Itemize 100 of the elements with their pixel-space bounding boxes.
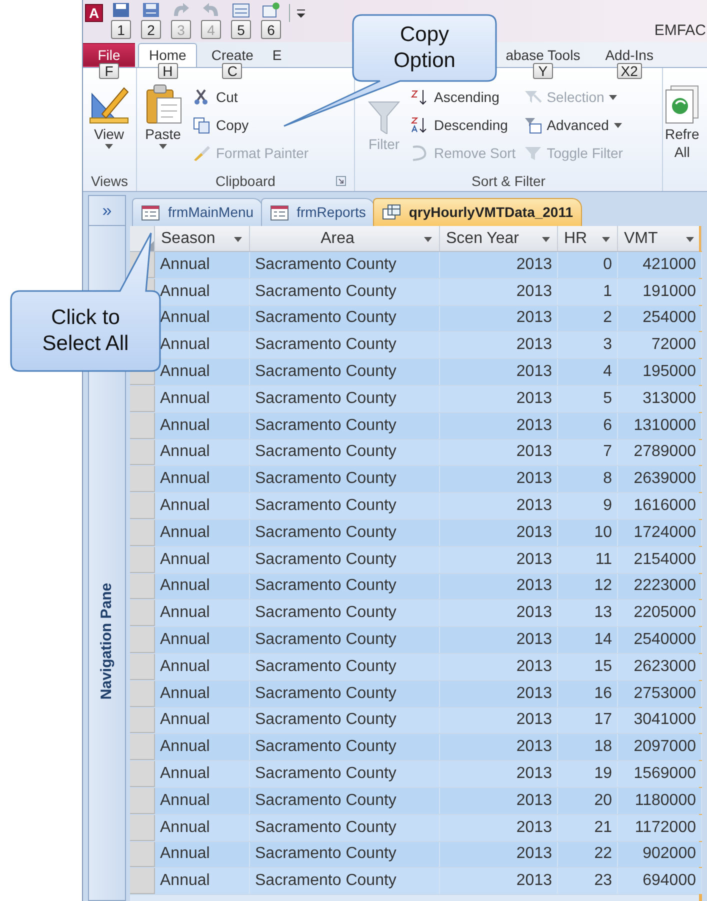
- button-icon: [524, 117, 542, 134]
- table-cell: 2013: [440, 466, 558, 492]
- table-cell: 14: [558, 627, 618, 653]
- table-cell: 902000: [618, 842, 702, 868]
- table-cell: 22: [558, 842, 618, 868]
- toolbar-icon: [112, 2, 130, 18]
- table-cell: 21: [558, 814, 618, 841]
- column-header[interactable]: Area: [250, 226, 440, 251]
- table-cell: 191000: [618, 278, 702, 305]
- ribbon-button[interactable]: Ascending: [411, 86, 516, 109]
- row-selector[interactable]: [130, 627, 155, 653]
- table-cell: 1616000: [618, 493, 702, 519]
- form-icon: [270, 204, 289, 221]
- table-cell: Annual: [155, 359, 250, 385]
- table-cell: Sacramento County: [250, 842, 440, 868]
- table-cell: Annual: [155, 252, 250, 278]
- table-cell: 2154000: [618, 546, 702, 573]
- table-cell: Annual: [155, 440, 250, 466]
- toolbar-button[interactable]: [142, 2, 160, 18]
- column-header[interactable]: VMT: [618, 226, 702, 251]
- table-cell: 18: [558, 734, 618, 760]
- table-cell: Annual: [155, 761, 250, 787]
- ribbon-button[interactable]: Advanced: [524, 114, 623, 137]
- table-cell: Sacramento County: [250, 708, 440, 734]
- table-cell: 0: [558, 252, 618, 278]
- table-cell: 2013: [440, 788, 558, 814]
- document-tab[interactable]: frmReports: [260, 198, 375, 226]
- row-selector[interactable]: [130, 680, 155, 707]
- table-cell: 11: [558, 546, 618, 573]
- row-selector[interactable]: [130, 708, 155, 734]
- app-icon[interactable]: A: [85, 4, 103, 22]
- row-selector[interactable]: [130, 814, 155, 841]
- dropdown-icon: [602, 237, 610, 242]
- row-selector[interactable]: [130, 466, 155, 492]
- column-header[interactable]: Scen Year: [440, 226, 558, 251]
- table-cell: Sacramento County: [250, 788, 440, 814]
- row-selector[interactable]: [130, 546, 155, 573]
- row-selector[interactable]: [130, 842, 155, 868]
- group-label: Clipboard: [216, 172, 276, 191]
- toolbar-icon: [202, 2, 220, 18]
- row-selector[interactable]: [130, 412, 155, 439]
- query-icon: [382, 204, 401, 221]
- keytip: 6: [261, 20, 281, 39]
- toolbar-button[interactable]: [262, 2, 280, 18]
- window-title: EMFAC: [654, 21, 706, 41]
- row-selector[interactable]: [130, 868, 155, 894]
- table-cell: Sacramento County: [250, 680, 440, 707]
- toolbar-button[interactable]: [232, 2, 250, 18]
- table-cell: 2013: [440, 306, 558, 332]
- row-selector[interactable]: [130, 574, 155, 600]
- ribbon-tab[interactable]: File: [83, 43, 135, 67]
- row-selector[interactable]: [130, 493, 155, 519]
- toolbar-button[interactable]: [112, 2, 130, 18]
- dropdown-icon: [686, 237, 694, 242]
- pane-toggle[interactable]: »: [89, 196, 125, 226]
- row-selector[interactable]: [130, 788, 155, 814]
- table-cell: Annual: [155, 466, 250, 492]
- table-cell: Annual: [155, 574, 250, 600]
- button-icon: [411, 89, 429, 106]
- column-header[interactable]: Season: [155, 226, 250, 251]
- table-cell: 2013: [440, 600, 558, 626]
- table-cell: 10: [558, 520, 618, 546]
- table-cell: 20: [558, 788, 618, 814]
- ribbon-tab[interactable]: E: [267, 43, 287, 67]
- table-cell: Sacramento County: [250, 654, 440, 680]
- table-cell: 1310000: [618, 412, 702, 439]
- ribbon-button[interactable]: Refre All: [663, 84, 702, 160]
- row-selector[interactable]: [130, 520, 155, 546]
- row-selector[interactable]: [130, 600, 155, 626]
- table-cell: Annual: [155, 386, 250, 412]
- column-header[interactable]: HR: [558, 226, 618, 251]
- table-cell: Annual: [155, 278, 250, 305]
- ribbon-tab[interactable]: Home: [138, 43, 198, 67]
- row-selector[interactable]: [130, 734, 155, 760]
- table-cell: Annual: [155, 680, 250, 707]
- table-cell: 3: [558, 332, 618, 358]
- pane-label: Navigation Pane: [96, 582, 116, 700]
- table-cell: 2013: [440, 386, 558, 412]
- row-selector[interactable]: [130, 440, 155, 466]
- table-cell: Sacramento County: [250, 574, 440, 600]
- dropdown-icon: [542, 237, 550, 242]
- table-cell: 2013: [440, 814, 558, 841]
- ribbon-button[interactable]: View: [87, 84, 131, 149]
- row-selector[interactable]: [130, 761, 155, 787]
- document-tab[interactable]: qryHourlyVMTData_2011: [372, 198, 582, 226]
- table-cell: Sacramento County: [250, 734, 440, 760]
- document-tab[interactable]: frmMainMenu: [132, 198, 263, 226]
- ribbon-button[interactable]: Paste: [141, 84, 185, 149]
- toolbar-icon: [142, 2, 160, 18]
- dialog-launcher[interactable]: [336, 176, 346, 186]
- table-cell: 2013: [440, 868, 558, 894]
- keytip: H: [158, 63, 178, 79]
- row-selector[interactable]: [130, 654, 155, 680]
- table-cell: Annual: [155, 842, 250, 868]
- ribbon-button[interactable]: Cut: [193, 86, 309, 109]
- table-cell: Annual: [155, 708, 250, 734]
- row-selector[interactable]: [130, 386, 155, 412]
- table-cell: 2097000: [618, 734, 702, 760]
- ribbon-button[interactable]: Descending: [411, 114, 516, 137]
- table-cell: Sacramento County: [250, 252, 440, 278]
